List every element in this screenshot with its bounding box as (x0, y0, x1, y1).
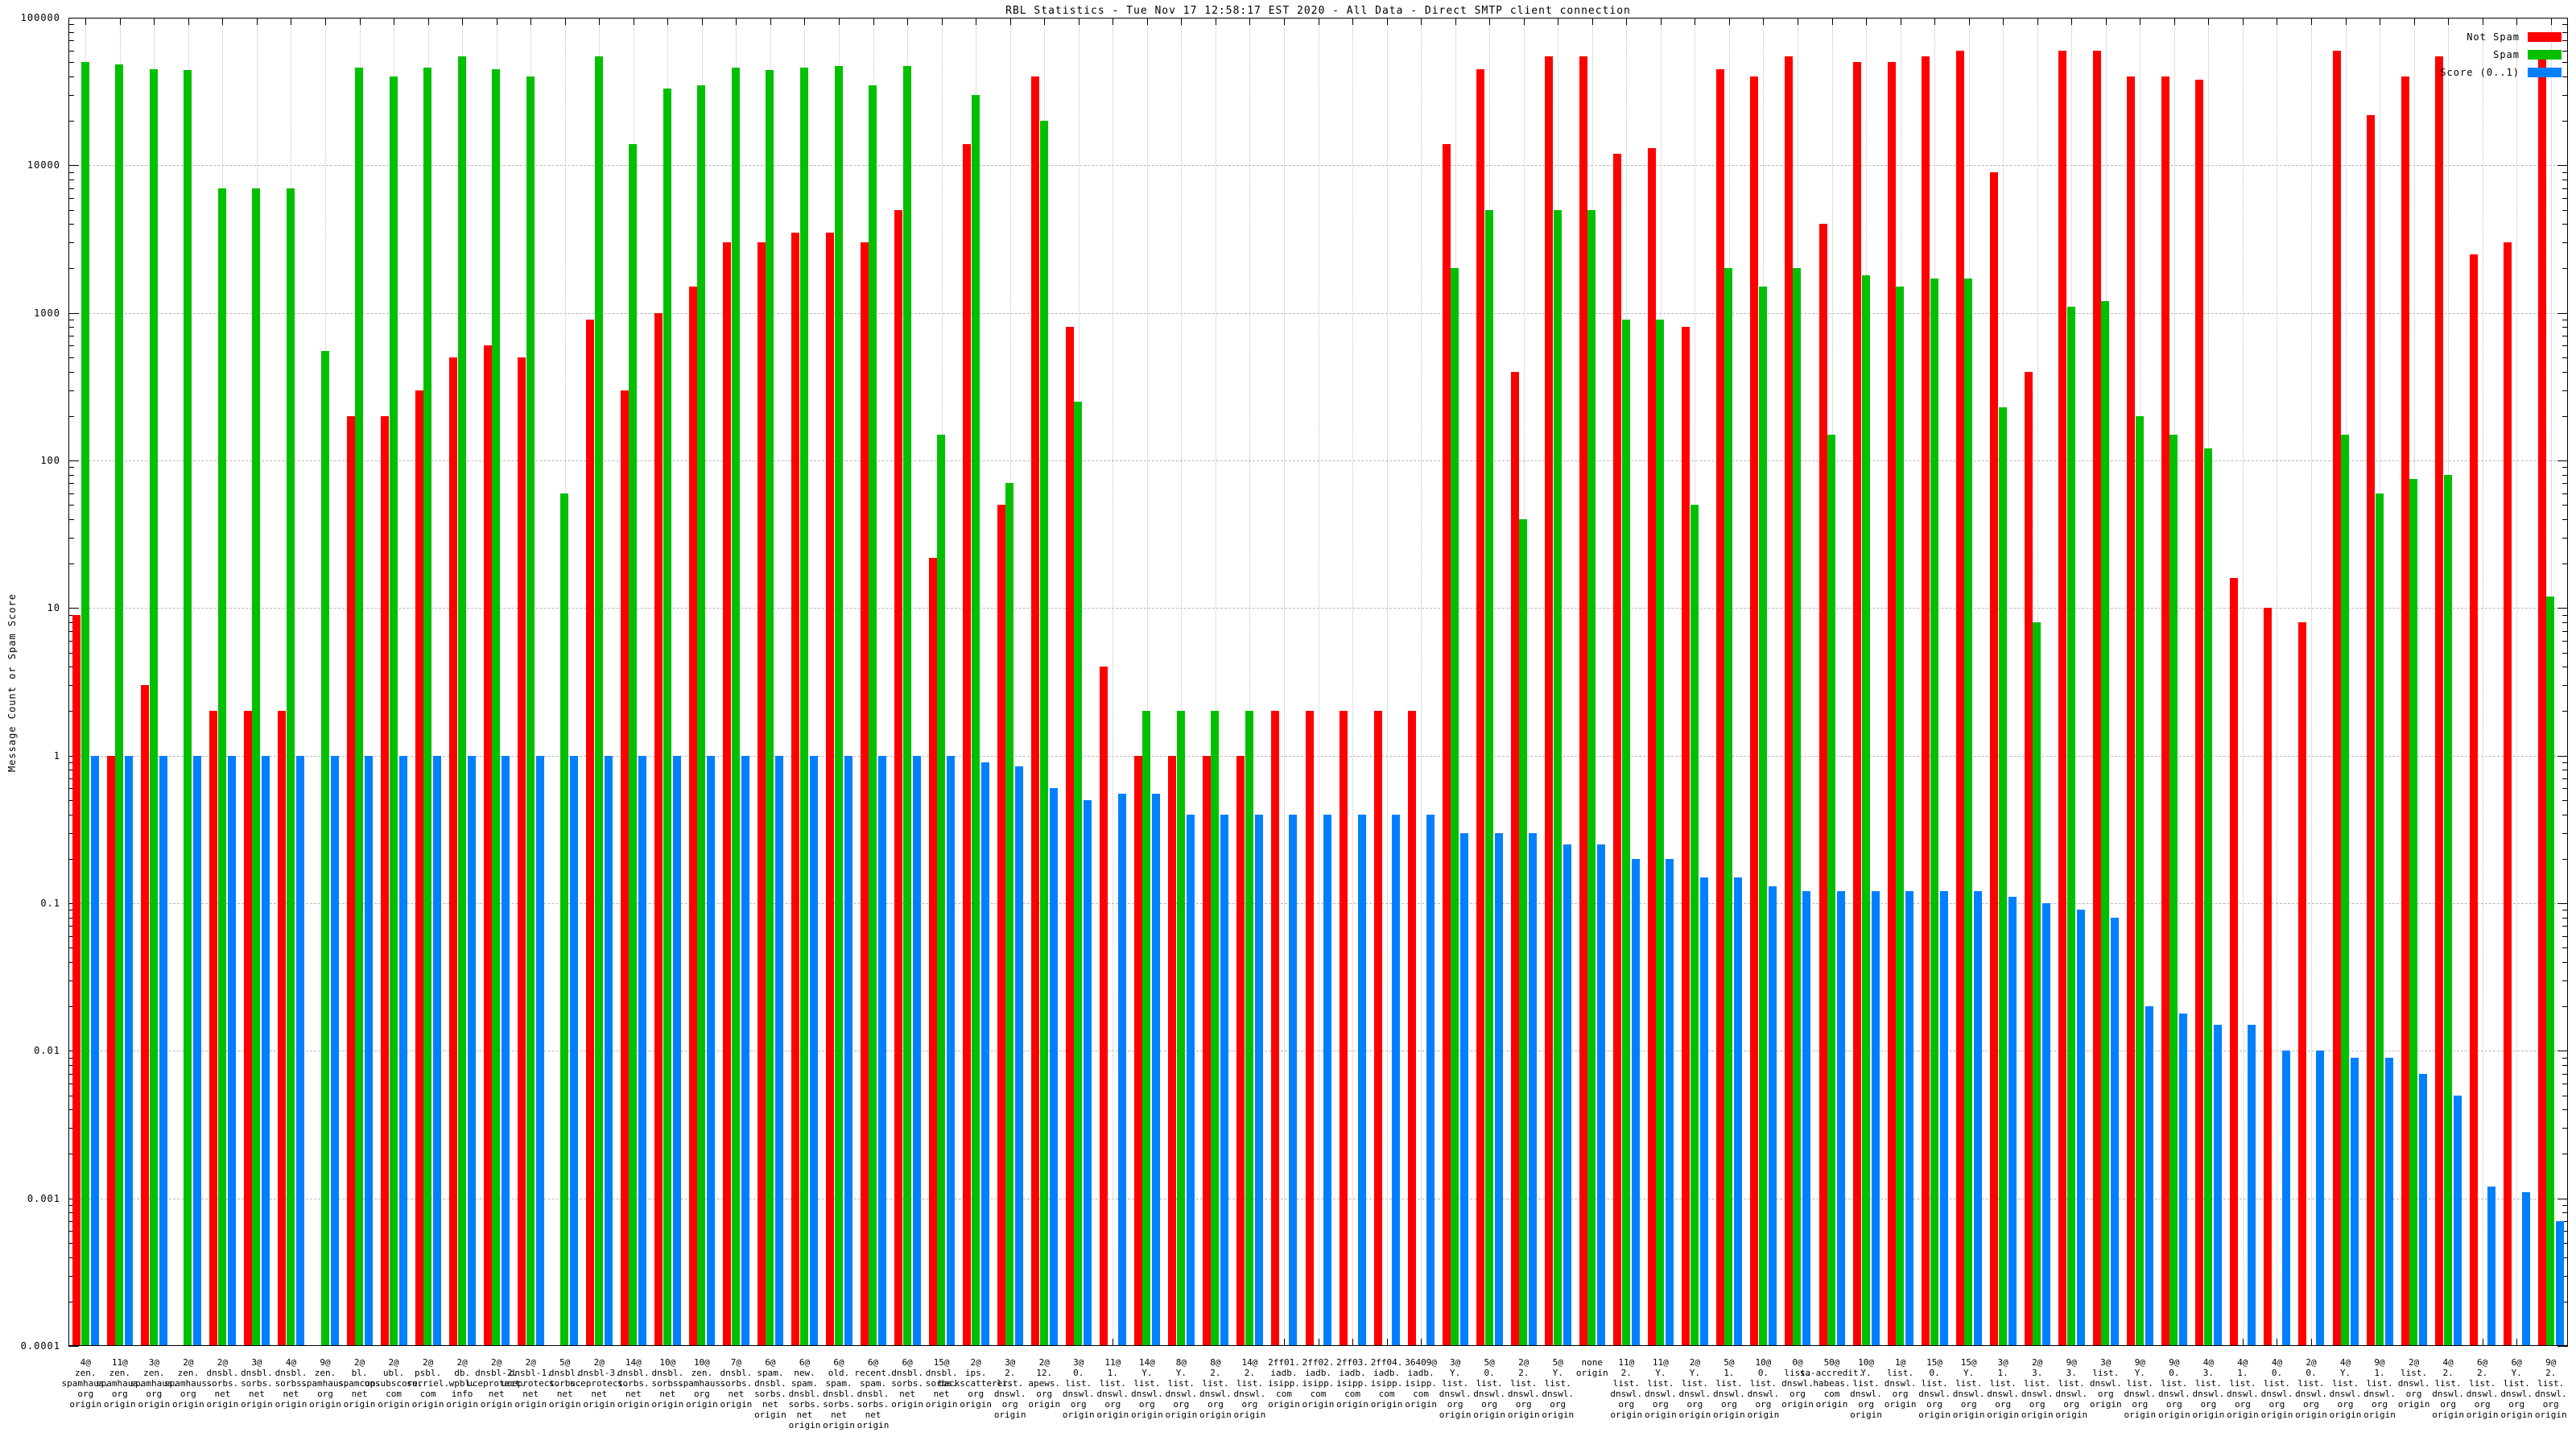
y-tick-label: 0.1 (0, 898, 60, 909)
y-tick-label: 1000 (0, 308, 60, 319)
x-tick-label-line: net (825, 1410, 922, 1420)
x-tick-label-line: origin (2503, 1410, 2576, 1420)
rbl-statistics-chart: RBL Statistics - Tue Nov 17 12:58:17 EST… (0, 0, 2576, 1449)
y-tick-label: 1 (0, 750, 60, 762)
y-tick-label: 0.001 (0, 1193, 60, 1204)
y-tick-major-right (2557, 1346, 2568, 1347)
y-tick-major-left (68, 1346, 79, 1347)
y-tick-label: 10000 (0, 159, 60, 171)
legend-swatch (2528, 32, 2562, 42)
x-tick-label-line: origin (1201, 1410, 1298, 1420)
y-tick-label: 100000 (0, 12, 60, 23)
legend-label: Score (0..1) (2318, 67, 2520, 78)
legend-label: Spam (2318, 49, 2520, 60)
x-tick-label-line: 9@ (2503, 1357, 2576, 1368)
x-tick-label-line: dnswl. (2503, 1389, 2576, 1399)
y-tick-label: 100 (0, 455, 60, 466)
plot-border (68, 18, 2568, 1346)
y-tick-label: 10 (0, 602, 60, 613)
x-tick-label-line: org (2503, 1399, 2576, 1410)
x-tick-label: 9@2.list.dnswl.orgorigin (2503, 1357, 2576, 1420)
legend-swatch (2528, 50, 2562, 60)
chart-title: RBL Statistics - Tue Nov 17 12:58:17 EST… (68, 5, 2568, 17)
x-tick-label-line: list. (2503, 1378, 2576, 1389)
legend-swatch (2528, 68, 2562, 77)
y-tick-label: 0.01 (0, 1045, 60, 1056)
y-axis-label: Message Count or Spam Score (6, 550, 18, 815)
legend-label: Not Spam (2318, 31, 2520, 43)
x-tick-label-line: origin (825, 1420, 922, 1430)
x-tick-label-line: origin (1715, 1410, 1811, 1420)
x-tick-label-line: 2. (2503, 1368, 2576, 1378)
y-tick-label: 0.0001 (0, 1340, 60, 1352)
